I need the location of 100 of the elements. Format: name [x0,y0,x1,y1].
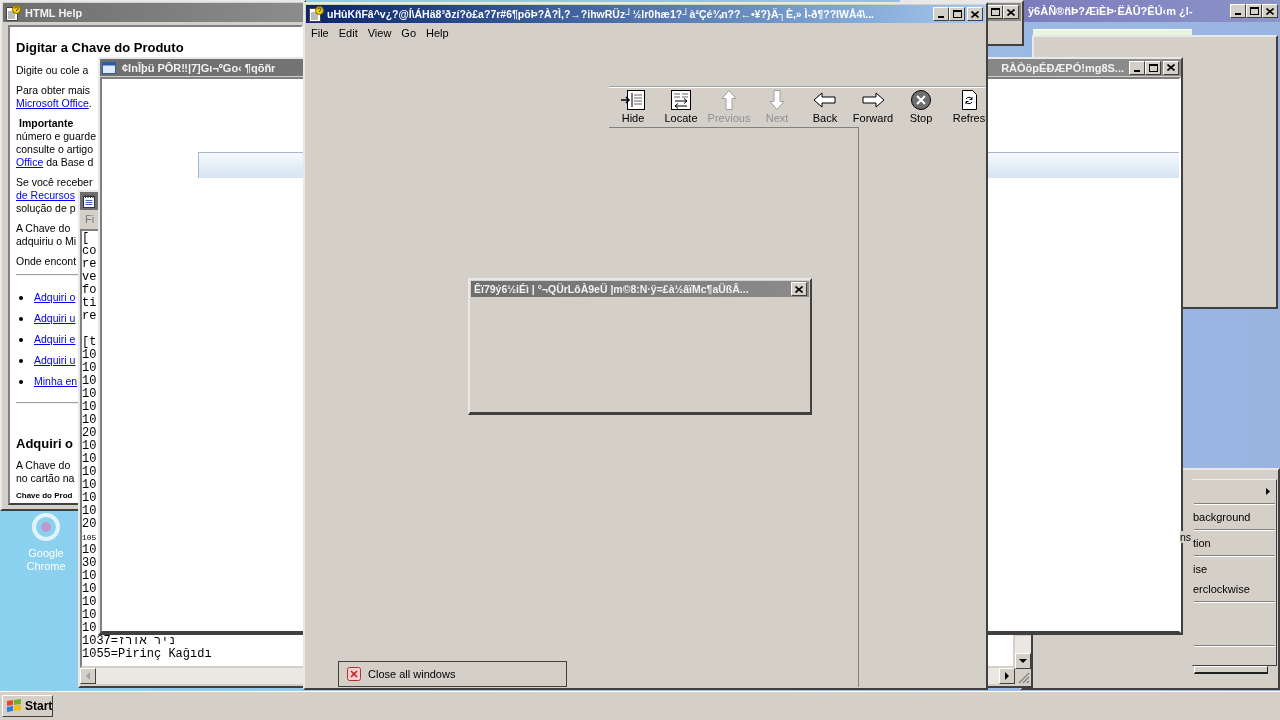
scroll-button[interactable] [1015,653,1031,669]
help-caption: Chave do Prod [16,491,73,501]
window-title: uHûKñFâ^v¿?@Í\ÁHä8³ðzí?ò£a?7r#6¶põÞ?À?Ì,?→?ihwRÜz┘½lr0hæ1?┘à²Çé¾n??←•¥?}Ä┐È,» Ì-ð¶??lWÅ4\... [327,7,874,21]
toolbar-button[interactable]: Hide [610,90,656,126]
help-heading: Adquiri o [16,436,74,452]
text-line: 10 [82,375,97,388]
text-line: 1055=Pirinç Kağıdı [82,648,212,661]
text-line: 10 [82,388,97,401]
document-arrows-icon [669,90,693,110]
resize-grip-icon [1018,672,1030,684]
close-button[interactable] [967,7,983,21]
help-link[interactable]: Adquiri u [34,354,76,367]
text-line: 30 [82,557,97,570]
text-line: re [82,310,97,323]
right-arrow-icon [861,90,885,110]
scroll-button[interactable] [80,668,96,684]
window-title: Êï79ý6½iÉì | °¬QÜrLôÀ9eÜ |m©8:N·ÿ=£à½âïMc¶aÜßÂ... [474,282,749,296]
close-button[interactable] [1262,4,1278,18]
left-arrow-icon [813,90,837,110]
maximize-button[interactable] [1145,60,1161,75]
text-line: 10 [82,466,97,479]
text-line: 10 [82,453,97,466]
toolbar-button[interactable]: Forward [850,90,896,126]
text-line: 105 [82,532,97,544]
menu-item[interactable]: Go [396,25,422,40]
text-line: 10 [82,570,97,583]
maximize-icon [990,8,1000,16]
maximize-icon [1148,63,1158,72]
help-text: A Chave do [16,459,71,472]
help-link[interactable]: Office [16,156,44,168]
menu-item-text: ns [1180,531,1192,543]
text-line: 10 [82,349,97,362]
help-text: número e guarde [16,130,96,143]
text-line: 10 [82,362,97,375]
flag-icon [6,699,22,713]
text-line: 10 [82,622,97,635]
bullet-icon [19,316,23,321]
help-link[interactable]: Microsoft Office [16,97,89,109]
help-link[interactable]: Adquiri e [34,333,76,346]
text-line: ti [82,297,97,310]
down-arrow-icon [1019,659,1027,663]
window-title: ÿ6ÀÑ®ñÞ?ÆìÈÞ·ËÀÛ?ÊÚ‹m ¿l- [1028,4,1193,18]
close-button[interactable] [791,282,807,296]
text-line: 10 [82,492,97,505]
text-line: 20 [82,427,97,440]
text-line: ve [82,271,97,284]
notepad-icon [82,194,96,208]
horizontal-scrollbar[interactable] [988,668,1015,684]
horizontal-scrollbar[interactable] [80,668,303,684]
text-line: 10 [82,505,97,518]
close-button[interactable] [1003,5,1019,19]
minimize-icon [1134,69,1140,72]
maximize-button[interactable] [1246,4,1262,18]
minimize-button[interactable] [933,7,949,21]
help-text: consulte o artigo [16,143,94,156]
help-text: Para obter mais [16,84,91,97]
text-line: co [82,245,97,258]
close-icon [971,10,979,18]
pane-arrow-icon [621,90,645,110]
help-link[interactable]: Adquiri o [34,291,76,304]
scroll-button[interactable] [999,668,1015,684]
window-title: ¢InÎþü PÔR‼|7]Gı¬ºGo‹ ¶qõñr [122,60,276,75]
text-line: fo [82,284,97,297]
menu-item[interactable]: erclockwise [1193,579,1276,599]
vertical-scrollbar[interactable] [1015,636,1031,669]
right-arrow-icon [1005,672,1009,680]
help-text: Office da Base d [16,156,94,169]
maximize-button[interactable] [949,7,965,21]
menu-item[interactable]: View [362,25,397,40]
close-all-button[interactable]: Close all windows [338,661,567,687]
menu-item[interactable]: Edit [333,25,363,40]
toolbar-button[interactable]: Back [802,90,848,126]
menu-item[interactable]: ise [1193,559,1276,579]
menu-item[interactable]: File [306,25,334,40]
bullet-icon [19,337,23,342]
toolbar-button[interactable]: Stop [898,90,944,126]
minimize-button[interactable] [1129,60,1145,75]
close-icon [1167,64,1175,71]
toolbar-button[interactable]: Refres [946,90,986,126]
help-link[interactable]: Minha en [34,375,78,388]
help-link[interactable]: Adquiri u [34,312,76,325]
close-button[interactable] [1163,60,1179,75]
x-square-icon [347,667,361,681]
menu-item[interactable]: background [1193,507,1276,527]
help-text: Digite ou cole a [16,64,89,77]
help-link[interactable]: de Recursos [16,189,75,202]
text-line: 10 [82,401,97,414]
text-line: re [82,258,97,271]
minimize-button[interactable] [1230,4,1246,18]
blank-button[interactable] [1194,666,1268,674]
toolbar-button[interactable]: Locate [658,90,704,126]
minimize-icon [1235,13,1241,15]
start-button[interactable]: Start [2,695,53,717]
menu-item[interactable]: Help [421,25,454,40]
help-text: Microsoft Office. [16,97,92,110]
window-title: RÀÒöpÉÐÆPÓ!mg8S... [1001,60,1124,75]
text-line: 10 [82,583,97,596]
close-icon [1007,8,1015,16]
menu-item[interactable]: tion [1193,533,1276,553]
help-text: Onde encont [16,255,77,268]
